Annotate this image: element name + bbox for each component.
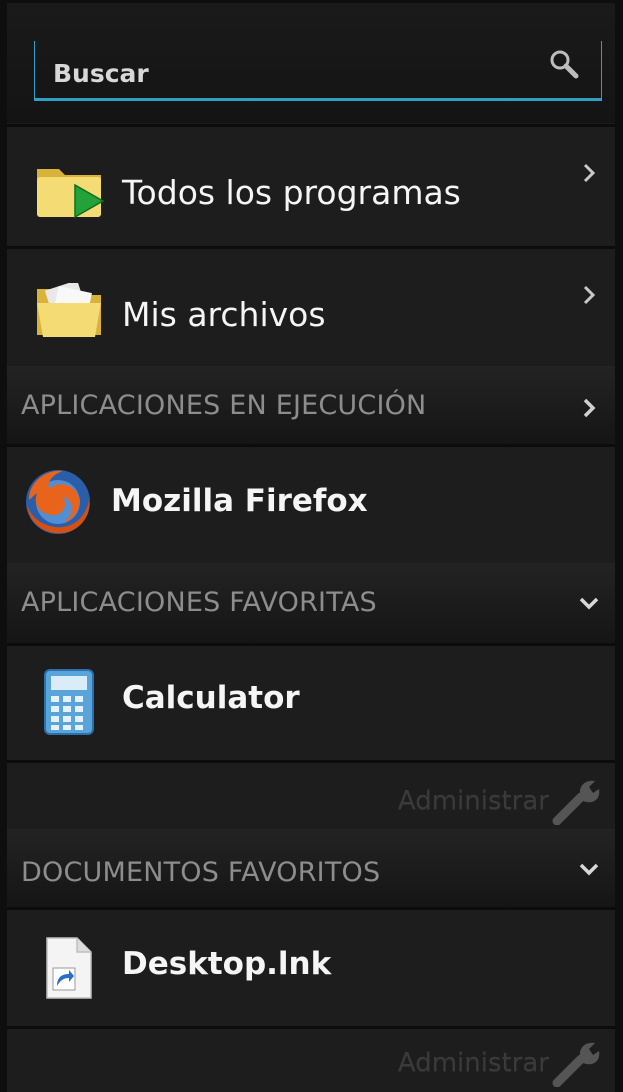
app-label: Mozilla Firefox: [111, 483, 368, 519]
manage-favorite-apps-button[interactable]: Administrar: [398, 777, 603, 825]
wrench-icon: [552, 1042, 600, 1087]
search-field[interactable]: [34, 41, 602, 101]
screen: Todos los programas Mis archivos APLICAC…: [0, 0, 623, 1092]
section-favorite-apps[interactable]: APLICACIONES FAVORITAS: [7, 563, 615, 643]
section-header: DOCUMENTOS FAVORITOS: [21, 857, 381, 888]
menu-item-label: Todos los programas: [122, 173, 461, 212]
menu-item-my-files[interactable]: Mis archivos: [7, 249, 615, 366]
app-label: Calculator: [122, 680, 300, 716]
menu-item-all-programs[interactable]: Todos los programas: [7, 127, 615, 246]
section-header: APLICACIONES EN EJECUCIÓN: [21, 390, 427, 421]
section-favorite-documents[interactable]: DOCUMENTOS FAVORITOS: [7, 829, 615, 907]
shortcut-file-icon: [46, 937, 92, 999]
search-icon[interactable]: [547, 47, 581, 81]
favorite-document-item[interactable]: Desktop.lnk: [7, 910, 615, 1026]
calculator-icon: [44, 669, 94, 735]
manage-favorite-apps-row: Administrar: [7, 763, 615, 829]
firefox-icon: [26, 470, 90, 534]
favorite-app-item[interactable]: Calculator: [7, 646, 615, 760]
document-label: Desktop.lnk: [122, 946, 332, 982]
manage-favorite-documents-row: Administrar: [7, 1029, 615, 1092]
chevron-down-icon[interactable]: [577, 591, 601, 615]
chevron-down-icon[interactable]: [577, 857, 601, 881]
manage-label: Administrar: [397, 786, 549, 816]
search-input[interactable]: [53, 53, 523, 93]
section-header: APLICACIONES FAVORITAS: [21, 587, 377, 618]
folder-documents-icon: [37, 283, 101, 337]
section-running-apps[interactable]: APLICACIONES EN EJECUCIÓN: [7, 366, 615, 444]
chevron-right-icon: [583, 163, 596, 183]
start-menu-panel: Todos los programas Mis archivos APLICAC…: [7, 3, 615, 1092]
search-bar: [7, 3, 615, 123]
chevron-right-icon[interactable]: [577, 396, 601, 420]
running-app-item[interactable]: Mozilla Firefox: [7, 447, 615, 563]
wrench-icon: [552, 780, 600, 825]
manage-favorite-documents-button[interactable]: Administrar: [398, 1039, 603, 1087]
folder-play-icon: [37, 169, 105, 219]
menu-item-label: Mis archivos: [122, 295, 326, 334]
chevron-right-icon: [583, 285, 596, 305]
manage-label: Administrar: [397, 1048, 549, 1078]
